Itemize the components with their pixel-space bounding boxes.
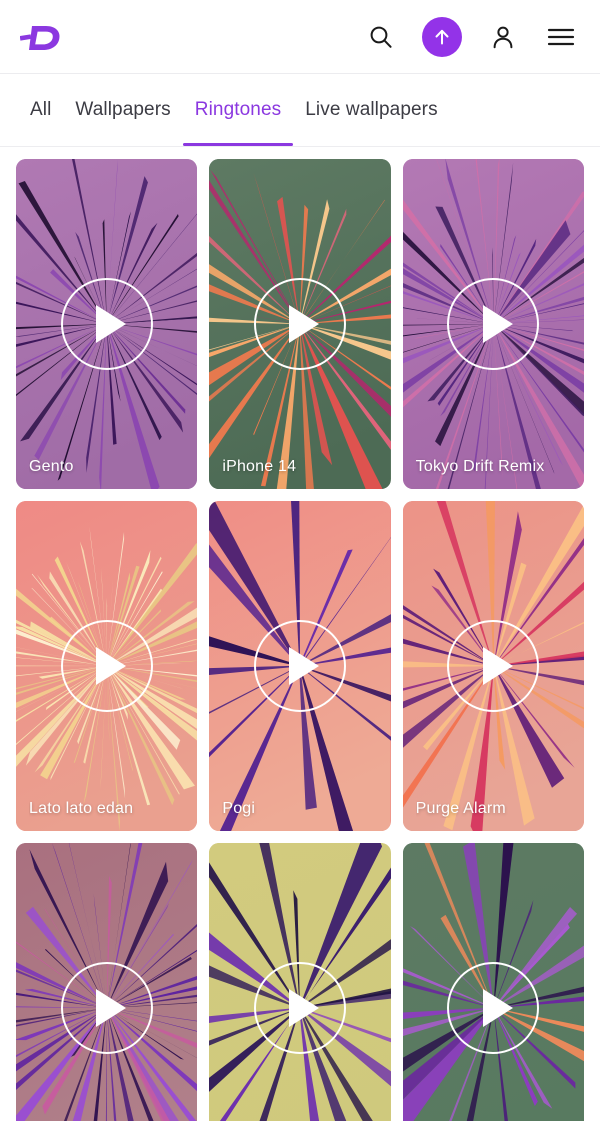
hamburger-menu-icon-glyph xyxy=(547,28,575,45)
ringtone-card[interactable] xyxy=(209,843,391,1121)
tab-all[interactable]: All xyxy=(18,74,63,146)
ringtone-card[interactable]: Tokyo Drift Remix xyxy=(402,159,584,489)
header-actions xyxy=(364,16,578,57)
ringtone-card[interactable]: Pogi xyxy=(209,501,391,831)
ringtone-card[interactable] xyxy=(16,843,198,1121)
ringtone-title: Tokyo Drift Remix xyxy=(415,458,545,475)
ringtone-title: Pogi xyxy=(222,800,256,817)
tab-live-wallpapers[interactable]: Live wallpapers xyxy=(293,74,449,146)
ringtone-waveform-art xyxy=(402,159,584,489)
ringtone-card[interactable]: Gento xyxy=(16,159,198,489)
ringtone-waveform-art xyxy=(209,843,391,1121)
zedge-d-logo-icon xyxy=(20,25,60,50)
ringtone-card[interactable]: Purge Alarm xyxy=(402,501,584,831)
search-icon-glyph xyxy=(370,26,392,48)
ringtone-waveform-art xyxy=(209,501,391,831)
ringtone-title: Purge Alarm xyxy=(415,800,506,817)
zedge-ringtones-page: All Wallpapers Ringtones Live wallpapers… xyxy=(0,0,600,1121)
user-account-icon[interactable] xyxy=(486,20,520,54)
ringtone-card[interactable]: iPhone 14 xyxy=(209,159,391,489)
ringtone-title: Lato lato edan xyxy=(29,800,134,817)
ringtone-waveform-art xyxy=(16,159,198,489)
ringtone-title: Gento xyxy=(29,458,74,475)
ringtone-grid: Gento iPhone 14 Tokyo Drift Remix Lato lato… xyxy=(0,147,600,1121)
ringtone-title: iPhone 14 xyxy=(222,458,297,475)
search-icon[interactable] xyxy=(364,20,398,54)
ringtone-waveform-art xyxy=(16,843,198,1121)
app-header xyxy=(0,0,600,74)
tab-ringtones[interactable]: Ringtones xyxy=(182,74,294,146)
ringtone-card[interactable]: Lato lato edan xyxy=(16,501,198,831)
zedge-logo[interactable] xyxy=(20,22,66,52)
hamburger-menu-icon[interactable] xyxy=(544,20,578,54)
ringtone-waveform-art xyxy=(402,843,584,1121)
tab-wallpapers[interactable]: Wallpapers xyxy=(63,74,182,146)
user-account-icon-glyph xyxy=(493,26,513,48)
upload-button[interactable] xyxy=(422,16,462,57)
category-tabs: All Wallpapers Ringtones Live wallpapers xyxy=(0,74,600,147)
ringtone-card[interactable] xyxy=(402,843,584,1121)
upload-arrow-icon xyxy=(435,29,449,44)
ringtone-waveform-art xyxy=(402,501,584,831)
ringtone-waveform-art xyxy=(209,159,391,489)
ringtone-waveform-art xyxy=(16,501,198,831)
